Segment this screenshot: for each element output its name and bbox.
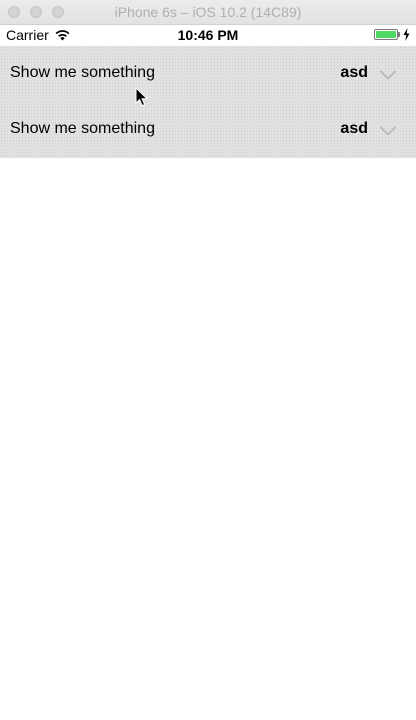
mouse-pointer-icon (135, 86, 149, 112)
chevron-down-icon[interactable] (380, 67, 396, 85)
simulator-title: iPhone 6s – iOS 10.2 (14C89) (114, 4, 302, 20)
status-time: 10:46 PM (177, 27, 239, 43)
row-value: asd (340, 64, 368, 81)
row-value: asd (340, 120, 368, 137)
chevron-down-icon[interactable] (380, 123, 396, 141)
row-title: Show me something (10, 64, 155, 81)
status-bar: Carrier 10:46 PM (0, 25, 416, 46)
dropdown-row-1[interactable]: Show me something asd (0, 46, 416, 102)
device-screen: Carrier 10:46 PM Show me something asd S… (0, 25, 416, 720)
expandable-list: Show me something asd Show me something … (0, 46, 416, 158)
dropdown-row-2[interactable]: Show me something asd (0, 102, 416, 158)
battery-tip (398, 32, 400, 37)
battery-level-fill (376, 31, 396, 38)
charging-bolt-icon (403, 28, 410, 44)
simulator-window: iPhone 6s – iOS 10.2 (14C89) Carrier 10:… (0, 0, 416, 720)
row-title: Show me something (10, 120, 155, 137)
simulator-title-bar: iPhone 6s – iOS 10.2 (14C89) (0, 0, 416, 25)
battery-icon (374, 29, 398, 40)
